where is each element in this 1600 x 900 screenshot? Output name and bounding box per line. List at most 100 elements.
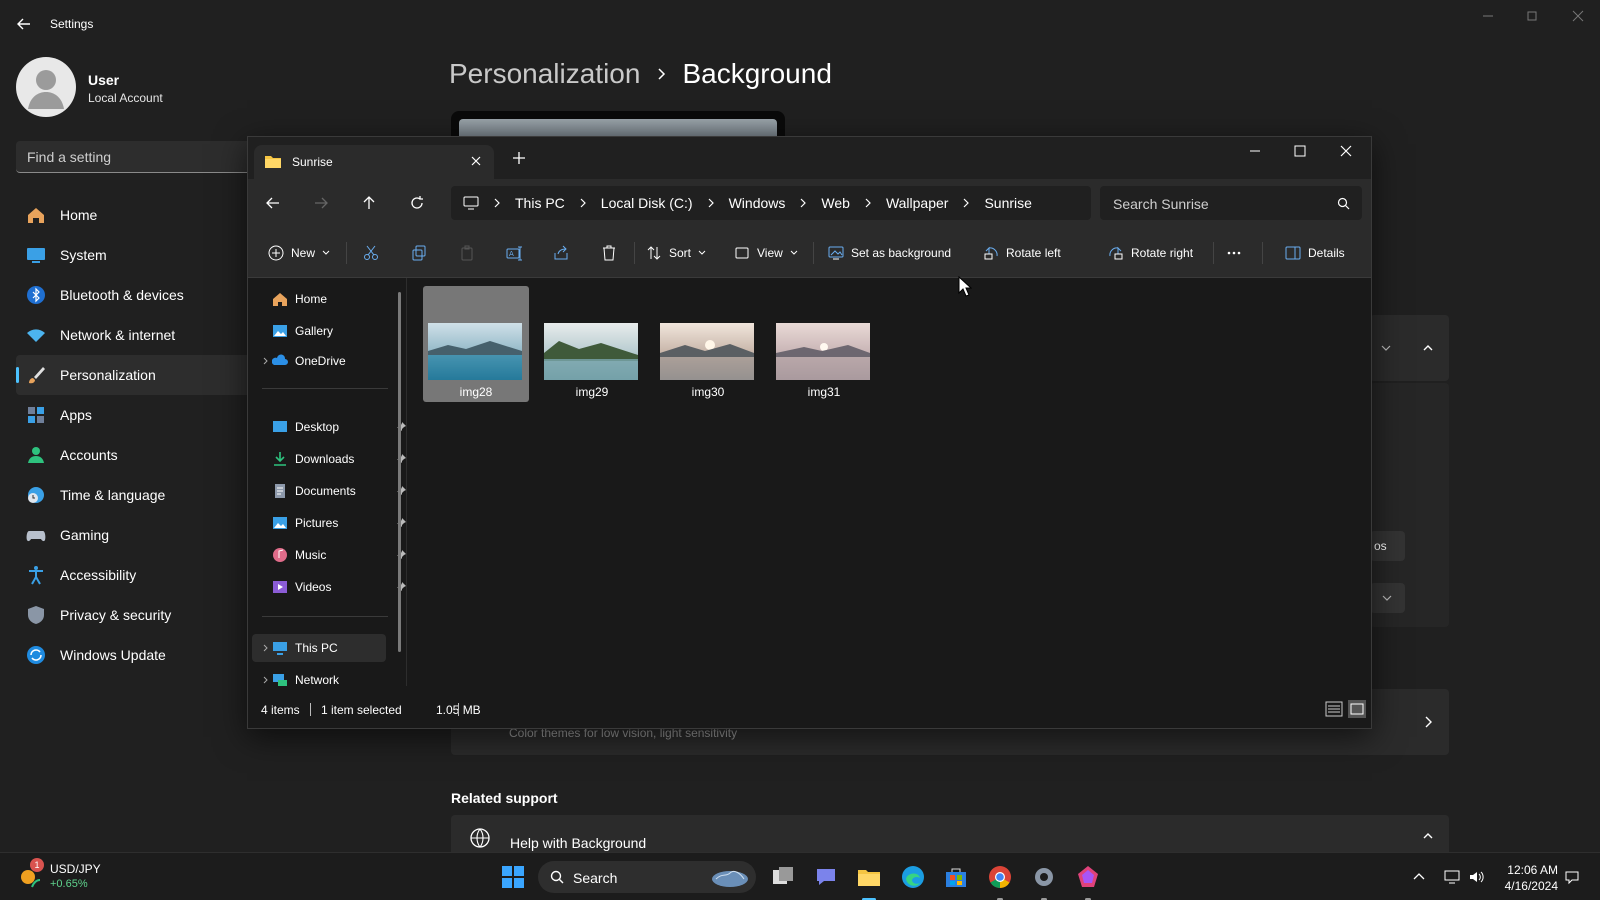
tab-sunrise[interactable]: Sunrise bbox=[254, 145, 494, 179]
taskbar-search[interactable]: Search bbox=[538, 861, 756, 893]
close-icon[interactable] bbox=[1338, 143, 1354, 159]
tree-item-pictures[interactable]: Pictures bbox=[272, 512, 406, 534]
address-segment[interactable]: Local Disk (C:) bbox=[565, 195, 693, 211]
expand-chevron-icon[interactable] bbox=[262, 676, 270, 684]
search-input[interactable]: Search Sunrise bbox=[1100, 186, 1362, 220]
page-title: Background bbox=[682, 58, 832, 89]
store-icon[interactable] bbox=[943, 864, 969, 890]
tree-item-documents[interactable]: Documents bbox=[272, 480, 406, 502]
nav-item-system[interactable]: System bbox=[16, 235, 256, 275]
tree-item-downloads[interactable]: Downloads bbox=[272, 448, 406, 470]
address-segment[interactable]: Sunrise bbox=[948, 195, 1032, 211]
nav-item-network[interactable]: Network & internet bbox=[16, 315, 256, 355]
close-icon[interactable] bbox=[1568, 8, 1588, 24]
nav-item-apps[interactable]: Apps bbox=[16, 395, 256, 435]
tree-item-onedrive[interactable]: OneDrive bbox=[272, 350, 346, 372]
path-web[interactable]: Web bbox=[821, 195, 850, 211]
chrome-icon[interactable] bbox=[987, 864, 1013, 890]
up-icon[interactable] bbox=[361, 195, 377, 211]
rename-button[interactable]: A bbox=[506, 228, 522, 278]
details-view-icon[interactable] bbox=[1324, 699, 1344, 719]
chevron-up-icon[interactable] bbox=[1421, 341, 1435, 355]
address-segment[interactable]: Wallpaper bbox=[850, 195, 949, 211]
file-item[interactable]: img30 bbox=[655, 286, 761, 402]
more-options-button[interactable] bbox=[1226, 228, 1242, 278]
navigation-scrollbar[interactable] bbox=[398, 292, 401, 652]
avatar[interactable] bbox=[16, 57, 76, 117]
chevron-down-icon[interactable] bbox=[1379, 341, 1393, 355]
nav-item-accessibility[interactable]: Accessibility bbox=[16, 555, 256, 595]
restore-icon[interactable] bbox=[1522, 8, 1542, 24]
file-item[interactable]: img28 bbox=[423, 286, 529, 402]
teams-chat-icon[interactable] bbox=[813, 864, 839, 890]
tree-item-music[interactable]: Music bbox=[272, 544, 406, 566]
tree-item-videos[interactable]: Videos bbox=[272, 576, 406, 598]
volume-icon[interactable] bbox=[1468, 869, 1484, 885]
path-wallpaper[interactable]: Wallpaper bbox=[886, 195, 949, 211]
edge-icon[interactable] bbox=[900, 864, 926, 890]
start-icon[interactable] bbox=[500, 864, 526, 890]
browse-photos-button[interactable]: os bbox=[1370, 531, 1405, 561]
address-segment[interactable]: Web bbox=[785, 195, 850, 211]
paste-button[interactable] bbox=[459, 228, 475, 278]
address-bar[interactable]: This PC Local Disk (C:) Windows Web Wall… bbox=[451, 186, 1091, 220]
fit-dropdown[interactable] bbox=[1370, 583, 1405, 613]
sort-button[interactable]: Sort bbox=[646, 228, 706, 278]
refresh-icon[interactable] bbox=[409, 195, 425, 211]
nav-item-gaming[interactable]: Gaming bbox=[16, 515, 256, 555]
recorder-app-icon[interactable] bbox=[1075, 864, 1101, 890]
expand-chevron-icon[interactable] bbox=[262, 644, 270, 652]
path-windows[interactable]: Windows bbox=[729, 195, 786, 211]
minimize-icon[interactable] bbox=[1478, 8, 1498, 24]
file-explorer-icon[interactable] bbox=[856, 864, 882, 890]
ticker-symbol[interactable]: USD/JPY bbox=[50, 862, 101, 876]
address-segment[interactable]: This PC bbox=[479, 195, 565, 211]
expand-chevron-icon[interactable] bbox=[262, 357, 270, 365]
file-item[interactable]: img29 bbox=[539, 286, 645, 402]
tree-item-gallery[interactable]: Gallery bbox=[272, 320, 333, 342]
set-as-background-button[interactable]: Set as background bbox=[828, 228, 951, 278]
nav-item-home[interactable]: Home bbox=[16, 195, 256, 235]
file-item[interactable]: img31 bbox=[771, 286, 877, 402]
chevron-up-icon[interactable] bbox=[1411, 869, 1427, 885]
nav-item-personalization[interactable]: Personalization bbox=[16, 355, 256, 395]
back-icon[interactable] bbox=[265, 195, 281, 211]
maximize-icon[interactable] bbox=[1292, 143, 1308, 159]
nav-item-time-language[interactable]: Time & language bbox=[16, 475, 256, 515]
notifications-icon[interactable] bbox=[1564, 869, 1580, 885]
path-local-disk[interactable]: Local Disk (C:) bbox=[601, 195, 693, 211]
clock[interactable]: 12:06 AM 4/16/2024 bbox=[1505, 862, 1558, 894]
find-setting-input[interactable]: Find a setting bbox=[16, 141, 256, 173]
help-with-background[interactable]: Help with Background bbox=[451, 815, 1449, 855]
nav-item-privacy[interactable]: Privacy & security bbox=[16, 595, 256, 635]
add-tab-icon[interactable] bbox=[512, 151, 526, 165]
close-tab-icon[interactable] bbox=[470, 155, 482, 167]
large-icons-view-icon[interactable] bbox=[1347, 699, 1367, 719]
path-sunrise[interactable]: Sunrise bbox=[984, 195, 1031, 211]
share-button[interactable] bbox=[553, 228, 569, 278]
rotate-left-button[interactable]: Rotate left bbox=[983, 228, 1061, 278]
minimize-icon[interactable] bbox=[1247, 143, 1263, 159]
settings-gear-icon[interactable] bbox=[1031, 864, 1057, 890]
view-button[interactable]: View bbox=[734, 228, 798, 278]
new-button[interactable]: New bbox=[268, 228, 330, 278]
tree-item-this-pc[interactable]: This PC bbox=[272, 637, 338, 659]
task-view-icon[interactable] bbox=[770, 864, 796, 890]
tree-item-home[interactable]: Home bbox=[272, 288, 327, 310]
address-segment[interactable]: Windows bbox=[693, 195, 786, 211]
rotate-right-button[interactable]: Rotate right bbox=[1108, 228, 1193, 278]
tree-item-desktop[interactable]: Desktop bbox=[272, 416, 406, 438]
breadcrumb-parent[interactable]: Personalization bbox=[449, 58, 640, 90]
delete-button[interactable] bbox=[601, 228, 617, 278]
path-this-pc[interactable]: This PC bbox=[515, 195, 565, 211]
copy-button[interactable] bbox=[411, 228, 427, 278]
details-button[interactable]: Details bbox=[1285, 228, 1345, 278]
nav-item-accounts[interactable]: Accounts bbox=[16, 435, 256, 475]
network-status-icon[interactable] bbox=[1444, 869, 1460, 885]
nav-item-windows-update[interactable]: Windows Update bbox=[16, 635, 256, 675]
item-count: 4 items bbox=[261, 703, 300, 717]
back-arrow-icon[interactable] bbox=[14, 14, 34, 34]
forward-icon[interactable] bbox=[313, 195, 329, 211]
cut-button[interactable] bbox=[363, 228, 379, 278]
nav-item-bluetooth[interactable]: Bluetooth & devices bbox=[16, 275, 256, 315]
